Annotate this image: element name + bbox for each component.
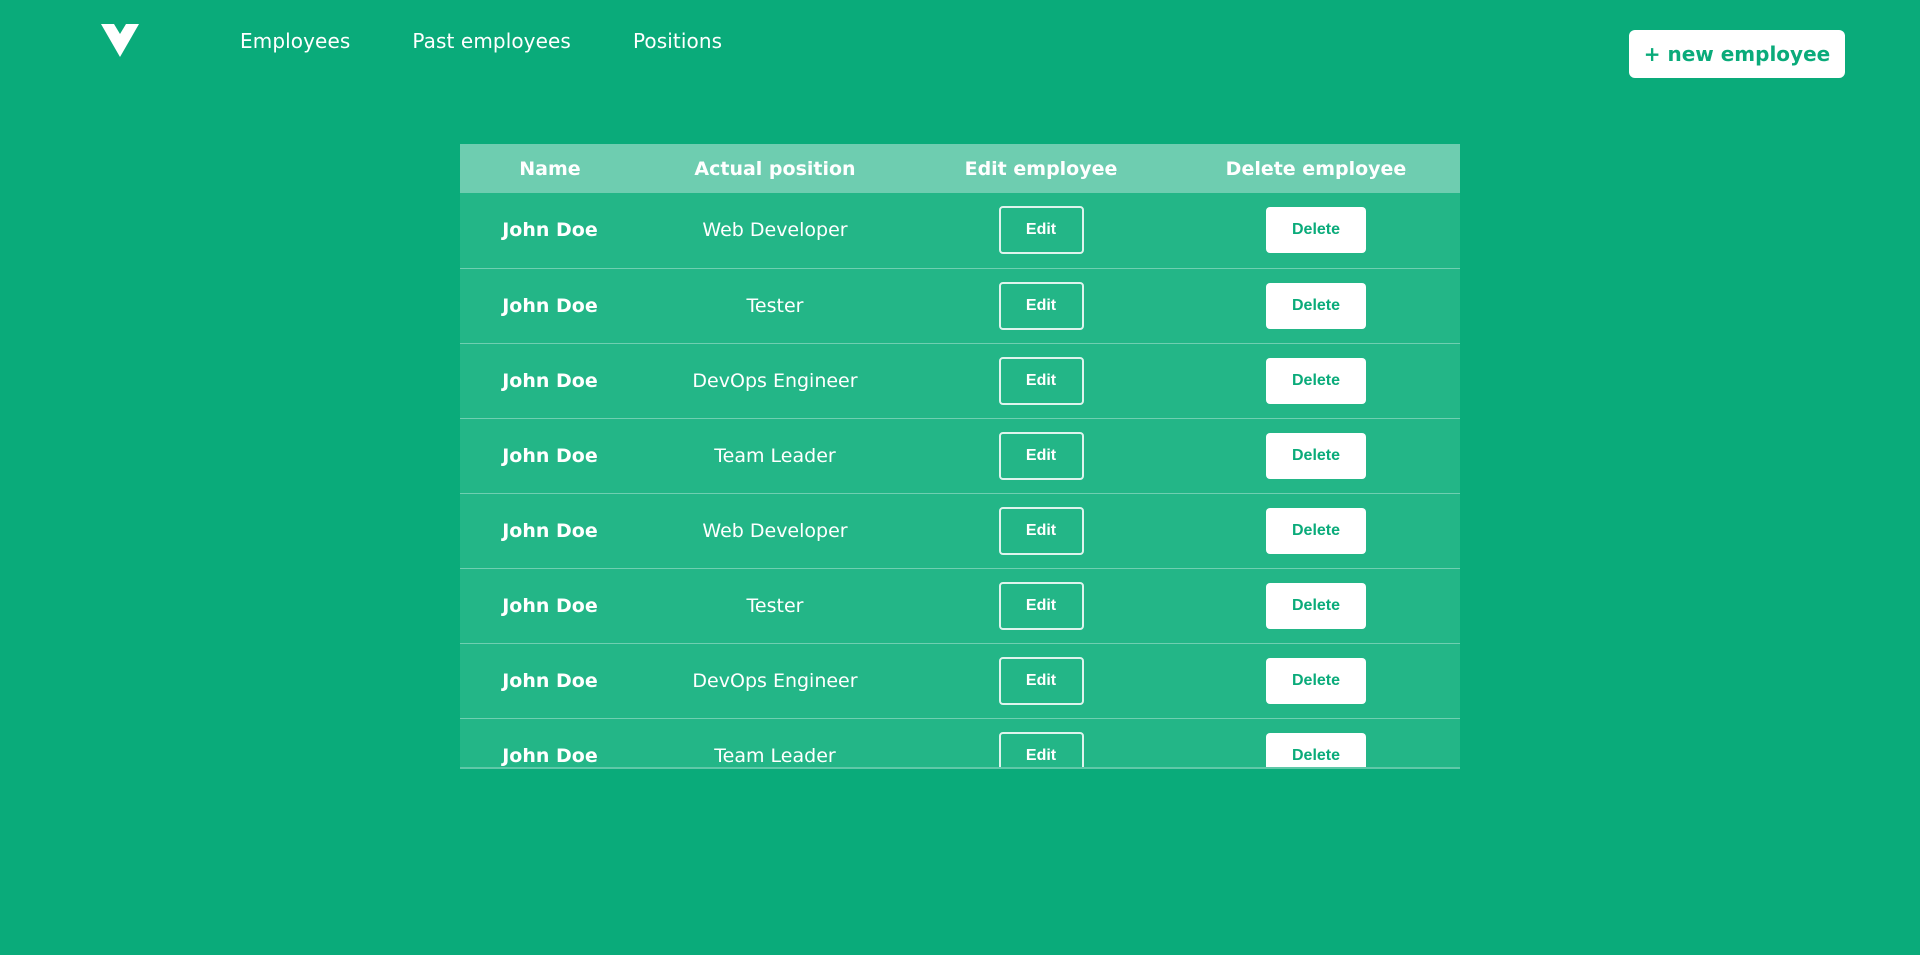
employee-name: John Doe <box>502 444 598 467</box>
edit-cell: Edit <box>910 568 1172 643</box>
column-header-position: Actual position <box>694 157 856 180</box>
table-row: John Doe Web Developer Edit Delete <box>460 193 1460 268</box>
edit-employee-button[interactable]: Edit <box>998 581 1084 630</box>
top-nav: Employees Past employees Positions <box>240 29 722 53</box>
delete-employee-button[interactable]: Delete <box>1266 357 1366 404</box>
vue-v-logo-icon[interactable] <box>101 24 139 57</box>
edit-employee-button[interactable]: Edit <box>998 731 1084 767</box>
new-employee-button[interactable]: + new employee <box>1629 30 1845 78</box>
employee-position: Team Leader <box>714 444 836 467</box>
delete-employee-button[interactable]: Delete <box>1266 207 1366 254</box>
employee-position: DevOps Engineer <box>692 369 858 392</box>
employee-name: John Doe <box>502 519 598 542</box>
table-row: John Doe DevOps Engineer Edit Delete <box>460 343 1460 418</box>
delete-employee-button[interactable]: Delete <box>1266 432 1366 479</box>
edit-employee-button[interactable]: Edit <box>998 506 1084 555</box>
nav-employees-link[interactable]: Employees <box>240 29 350 53</box>
delete-cell: Delete <box>1172 193 1460 268</box>
employee-name: John Doe <box>502 294 598 317</box>
column-header-name: Name <box>519 157 581 180</box>
table-row: John Doe Team Leader Edit Delete <box>460 418 1460 493</box>
employee-position: Team Leader <box>714 744 836 767</box>
delete-employee-button[interactable]: Delete <box>1266 282 1366 329</box>
delete-cell: Delete <box>1172 418 1460 493</box>
table-row: John Doe Tester Edit Delete <box>460 568 1460 643</box>
table-row: John Doe DevOps Engineer Edit Delete <box>460 643 1460 718</box>
employee-name: John Doe <box>502 219 598 242</box>
delete-employee-button[interactable]: Delete <box>1266 732 1366 767</box>
employees-table-container[interactable]: Name Actual position Edit employee Delet… <box>460 144 1460 769</box>
column-header-delete: Delete employee <box>1225 157 1407 180</box>
nav-positions-link[interactable]: Positions <box>633 29 722 53</box>
edit-cell: Edit <box>910 643 1172 718</box>
edit-cell: Edit <box>910 418 1172 493</box>
employee-name: John Doe <box>502 369 598 392</box>
edit-cell: Edit <box>910 268 1172 343</box>
employee-name: John Doe <box>502 594 598 617</box>
delete-employee-button[interactable]: Delete <box>1266 582 1366 629</box>
edit-employee-button[interactable]: Edit <box>998 206 1084 255</box>
delete-cell: Delete <box>1172 643 1460 718</box>
edit-employee-button[interactable]: Edit <box>998 356 1084 405</box>
edit-employee-button[interactable]: Edit <box>998 431 1084 480</box>
delete-cell: Delete <box>1172 493 1460 568</box>
table-header-row: Name Actual position Edit employee Delet… <box>460 144 1460 193</box>
employee-name: John Doe <box>502 744 598 767</box>
nav-past-employees-link[interactable]: Past employees <box>412 29 571 53</box>
table-row: John Doe Tester Edit Delete <box>460 268 1460 343</box>
employees-table: Name Actual position Edit employee Delet… <box>460 144 1460 767</box>
edit-cell: Edit <box>910 193 1172 268</box>
column-header-edit: Edit employee <box>964 157 1118 180</box>
employee-position: Web Developer <box>702 219 848 242</box>
delete-cell: Delete <box>1172 568 1460 643</box>
app-page: Employees Past employees Positions + new… <box>0 0 1920 955</box>
edit-cell: Edit <box>910 343 1172 418</box>
table-body: John Doe Web Developer Edit Delete John Doe T… <box>460 193 1460 767</box>
delete-employee-button[interactable]: Delete <box>1266 507 1366 554</box>
delete-cell: Delete <box>1172 343 1460 418</box>
edit-employee-button[interactable]: Edit <box>998 281 1084 330</box>
delete-employee-button[interactable]: Delete <box>1266 657 1366 704</box>
employee-position: DevOps Engineer <box>692 669 858 692</box>
employee-position: Tester <box>746 294 804 317</box>
edit-cell: Edit <box>910 718 1172 767</box>
employee-position: Tester <box>746 594 804 617</box>
delete-cell: Delete <box>1172 268 1460 343</box>
edit-cell: Edit <box>910 493 1172 568</box>
table-row: John Doe Team Leader Edit Delete <box>460 718 1460 767</box>
table-row: John Doe Web Developer Edit Delete <box>460 493 1460 568</box>
employee-position: Web Developer <box>702 519 848 542</box>
employee-name: John Doe <box>502 669 598 692</box>
delete-cell: Delete <box>1172 718 1460 767</box>
edit-employee-button[interactable]: Edit <box>998 656 1084 705</box>
